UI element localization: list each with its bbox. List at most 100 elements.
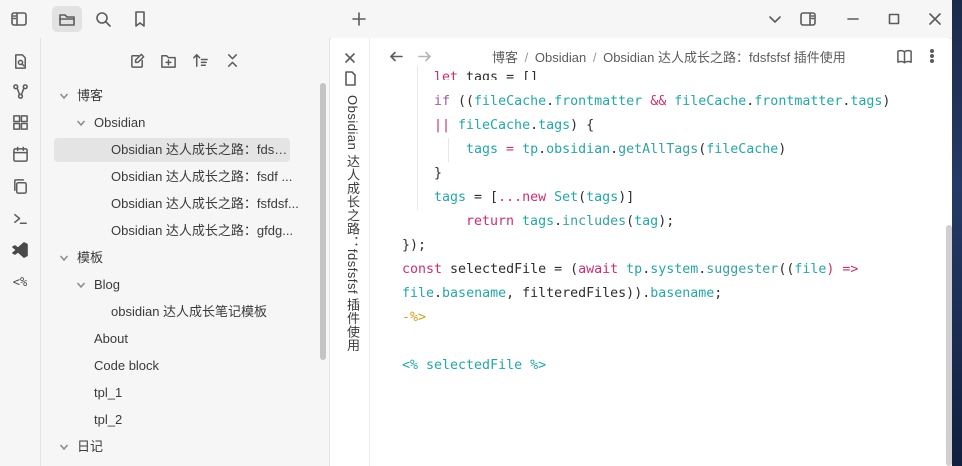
code-line[interactable]: }); — [402, 234, 426, 258]
calendar-icon[interactable] — [9, 143, 31, 165]
folder-chevron-icon[interactable] — [75, 111, 87, 135]
tree-file-item[interactable]: obsidian 达人成长笔记模板 — [111, 300, 311, 324]
breadcrumb-separator: / — [592, 50, 597, 65]
desktop-background-edge — [952, 0, 962, 466]
reading-view-icon[interactable] — [893, 45, 915, 67]
close-tab-icon[interactable] — [339, 47, 361, 69]
sidebar-scrollbar[interactable] — [320, 83, 326, 360]
code-token: return — [466, 214, 515, 229]
tree-file-item[interactable]: Obsidian 达人成长之路：gfdg... — [111, 219, 301, 243]
code-line[interactable]: || fileCache.tags) { — [434, 114, 594, 138]
maximize-icon[interactable] — [883, 8, 905, 30]
code-token: system — [650, 262, 699, 277]
code-token: , filteredFiles) — [506, 286, 635, 301]
code-token: selectedFile = ( — [442, 262, 579, 277]
code-token: . — [610, 142, 619, 157]
folder-chevron-icon[interactable] — [58, 435, 70, 459]
graph-view-icon[interactable] — [9, 80, 31, 102]
code-token: } — [434, 166, 443, 181]
close-window-icon[interactable] — [924, 8, 946, 30]
code-token: . — [546, 94, 555, 109]
code-line[interactable]: <% selectedFile %> — [402, 354, 546, 378]
minimize-icon[interactable] — [842, 8, 864, 30]
code-token: tags — [514, 214, 555, 229]
breadcrumb-current[interactable]: Obsidian 达人成长之路：fdsfsfsf 插件使用 — [603, 50, 846, 65]
code-line[interactable]: file.basename, filteredFiles)).basename; — [402, 282, 722, 306]
copy-icon[interactable] — [9, 175, 31, 197]
folder-chevron-icon[interactable] — [58, 84, 70, 108]
tree-folder-item[interactable]: 模板 — [77, 246, 317, 270]
code-token: tags — [850, 94, 883, 109]
search-icon[interactable] — [92, 8, 114, 30]
code-line[interactable]: -%> — [402, 306, 426, 330]
forward-arrow-icon[interactable] — [413, 45, 435, 67]
code-token: file — [794, 262, 827, 277]
collapse-all-icon[interactable] — [221, 49, 243, 71]
code-token: suggester — [706, 262, 779, 277]
code-line[interactable]: tags = [...new Set(tags)] — [434, 186, 634, 210]
code-token: -%> — [402, 310, 427, 325]
code-line[interactable]: } — [434, 162, 442, 186]
more-options-icon[interactable] — [921, 45, 943, 67]
templater-icon[interactable]: <% — [6, 271, 34, 293]
code-token: tp — [522, 142, 539, 157]
new-tab-icon[interactable] — [348, 8, 370, 30]
code-token: fileCache — [706, 142, 779, 157]
breadcrumb-item[interactable]: Obsidian — [535, 50, 586, 65]
code-token: . — [554, 214, 563, 229]
folder-chevron-icon[interactable] — [75, 273, 87, 297]
tree-folder-item[interactable]: Blog — [94, 273, 314, 297]
tree-folder-item[interactable]: Obsidian — [94, 111, 314, 135]
tree-file-item[interactable]: tpl_1 — [94, 381, 294, 405]
tree-file-item-active[interactable]: Obsidian 达人成长之路：fdsfsf... — [54, 138, 290, 162]
folder-chevron-icon[interactable] — [58, 246, 70, 270]
code-line[interactable]: tags = tp.obsidian.getAllTags(fileCache) — [466, 138, 786, 162]
files-tab-button[interactable] — [52, 6, 82, 32]
tree-folder-item[interactable]: 博客 — [77, 84, 317, 108]
code-token: ); — [658, 214, 675, 229]
code-token: ) — [778, 142, 787, 157]
tree-file-item[interactable]: tpl_2 — [94, 408, 294, 432]
code-line[interactable]: if ((fileCache.frontmatter && fileCache.… — [434, 90, 890, 114]
tree-folder-item[interactable]: 日记 — [77, 435, 317, 459]
new-folder-icon[interactable] — [157, 49, 179, 71]
tree-file-item[interactable]: Obsidian 达人成长之路：fsfdsf... — [111, 192, 301, 216]
code-token: tags — [586, 190, 619, 205]
terminal-icon[interactable] — [9, 207, 31, 229]
vscode-icon[interactable] — [9, 239, 31, 261]
tree-file-item[interactable]: About — [94, 327, 294, 351]
right-sidebar-toggle-icon[interactable] — [797, 8, 819, 30]
tree-file-item[interactable]: Code block — [94, 354, 294, 378]
file-explorer: 博客 Obsidian Obsidian 达人成长之路：fdsfsf... Ob… — [41, 38, 330, 466]
back-arrow-icon[interactable] — [385, 45, 407, 67]
new-note-icon[interactable] — [126, 49, 148, 71]
code-token: = [ — [466, 190, 499, 205]
code-token: %> — [530, 358, 547, 373]
bookmark-icon[interactable] — [129, 8, 151, 30]
code-token: || — [434, 118, 451, 133]
code-token: . — [642, 262, 651, 277]
file-icon — [341, 69, 359, 87]
code-token: getAllTags — [618, 142, 699, 157]
code-token: tags — [434, 190, 467, 205]
code-token: ) { — [570, 118, 595, 133]
code-token: ... — [498, 190, 523, 205]
code-line[interactable]: let tags = [] — [434, 66, 538, 80]
code-token: frontmatter — [554, 94, 643, 109]
code-line[interactable]: const selectedFile = (await tp.system.su… — [402, 258, 858, 282]
tree-file-item[interactable]: Obsidian 达人成长之路：fsdf ... — [111, 165, 301, 189]
code-token: fileCache — [450, 118, 531, 133]
code-token: ). — [634, 286, 651, 301]
code-token: . — [530, 118, 539, 133]
sidebar-toggle-icon[interactable] — [8, 8, 30, 30]
breadcrumb-item[interactable]: 博客 — [492, 50, 518, 65]
code-token: selectedFile — [418, 358, 531, 373]
canvas-icon[interactable] — [9, 111, 31, 133]
code-token: tags = [] — [458, 70, 539, 80]
open-quick-switcher-icon[interactable] — [9, 50, 31, 72]
tab-list-chevron-icon[interactable] — [764, 8, 786, 30]
sort-icon[interactable] — [189, 49, 211, 71]
code-token: )] — [618, 190, 635, 205]
code-line[interactable]: return tags.includes(tag); — [466, 210, 674, 234]
vertical-tab-title[interactable]: Obsidian 达人成长之路：fdsfsfsf 插件使用 — [343, 95, 362, 352]
